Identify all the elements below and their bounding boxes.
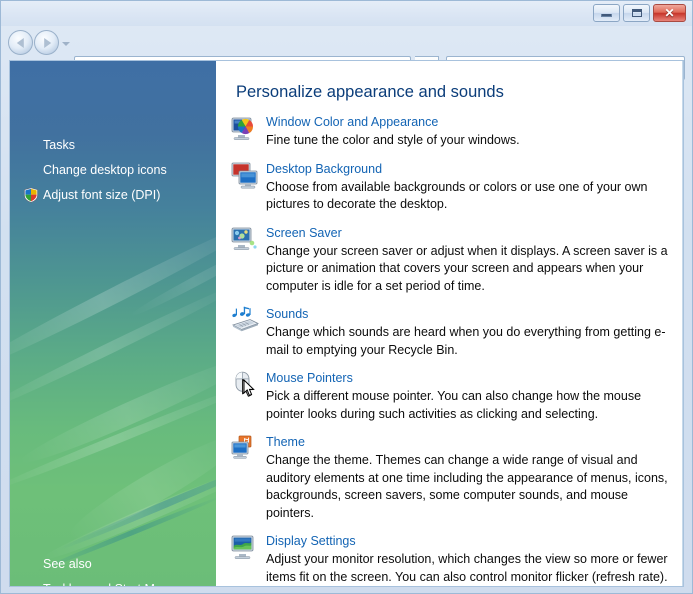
desc-screen-saver: Change your screen saver or adjust when … [266, 243, 668, 293]
list-item: Window Color and Appearance Fine tune th… [216, 113, 683, 150]
list-item: Desktop Background Choose from available… [216, 160, 683, 214]
list-item: Mouse Pointers Pick a different mouse po… [216, 369, 683, 423]
close-icon: ✕ [664, 6, 675, 20]
decor-swoosh [15, 346, 216, 473]
maximize-button[interactable] [623, 4, 650, 22]
desc-display-settings: Adjust your monitor resolution, which ch… [266, 552, 668, 584]
desc-mouse-pointers: Pick a different mouse pointer. You can … [266, 389, 642, 421]
sidebar-item-taskbar-and-start-menu[interactable]: Taskbar and Start Menu [43, 582, 176, 586]
desc-theme: Change the theme. Themes can change a wi… [266, 453, 668, 520]
sidebar-heading-see-also: See also [43, 557, 92, 571]
list-item: Theme Change the theme. Themes can chang… [216, 433, 683, 522]
forward-button[interactable] [34, 30, 59, 55]
minimize-button[interactable] [593, 4, 620, 22]
main-panel: Personalize appearance and sounds Window… [216, 61, 683, 586]
link-window-color-and-appearance[interactable]: Window Color and Appearance [266, 114, 438, 131]
link-mouse-pointers[interactable]: Mouse Pointers [266, 370, 353, 387]
desktop-background-icon [230, 161, 260, 191]
sidebar-heading-tasks: Tasks [43, 138, 75, 152]
desc-window-color-and-appearance: Fine tune the color and style of your wi… [266, 133, 520, 147]
mouse-pointers-icon [230, 370, 260, 400]
link-desktop-background[interactable]: Desktop Background [266, 161, 382, 178]
personalization-window: ✕ ▸ Control [0, 0, 693, 594]
link-sounds[interactable]: Sounds [266, 306, 308, 323]
navigation-bar: ▸ Control Panel ▸ Personalization [0, 26, 693, 80]
list-item: Display Settings Adjust your monitor res… [216, 532, 683, 586]
back-arrow-icon [16, 37, 24, 48]
uac-shield-icon [23, 187, 39, 203]
client-area: Tasks Change desktop icons Adjust font s… [9, 60, 684, 587]
window-controls: ✕ [593, 4, 686, 22]
close-button[interactable]: ✕ [653, 4, 686, 22]
screen-saver-icon [230, 225, 260, 255]
display-settings-icon [230, 533, 260, 563]
desc-desktop-background: Choose from available backgrounds or col… [266, 179, 648, 212]
desc-sounds: Change which sounds are heard when you d… [266, 325, 666, 357]
minimize-icon [601, 14, 612, 17]
maximize-icon [631, 9, 642, 17]
link-screen-saver[interactable]: Screen Saver [266, 225, 342, 242]
decor-swoosh [10, 377, 216, 495]
title-bar: ✕ [0, 0, 693, 26]
link-theme[interactable]: Theme [266, 434, 305, 451]
sounds-icon [230, 306, 260, 336]
forward-arrow-icon [43, 37, 51, 48]
panel-right-edge [682, 61, 683, 586]
decor-swoosh [10, 275, 216, 417]
decor-swoosh [127, 236, 216, 321]
back-button[interactable] [8, 30, 33, 55]
decor-swoosh [57, 456, 216, 553]
decor-swoosh [10, 212, 216, 377]
recent-pages-chevron-down-icon[interactable] [62, 42, 70, 46]
sidebar: Tasks Change desktop icons Adjust font s… [10, 61, 216, 586]
settings-list: Window Color and Appearance Fine tune th… [216, 113, 683, 586]
decor-swoosh [37, 459, 216, 567]
theme-icon [230, 434, 260, 464]
list-item: Screen Saver Change your screen saver or… [216, 224, 683, 296]
sidebar-item-change-desktop-icons[interactable]: Change desktop icons [43, 163, 167, 177]
window-color-icon [230, 114, 260, 144]
page-title: Personalize appearance and sounds [236, 83, 504, 101]
sidebar-item-adjust-font-size[interactable]: Adjust font size (DPI) [43, 188, 160, 202]
list-item: Sounds Change which sounds are heard whe… [216, 305, 683, 359]
link-display-settings[interactable]: Display Settings [266, 533, 356, 550]
